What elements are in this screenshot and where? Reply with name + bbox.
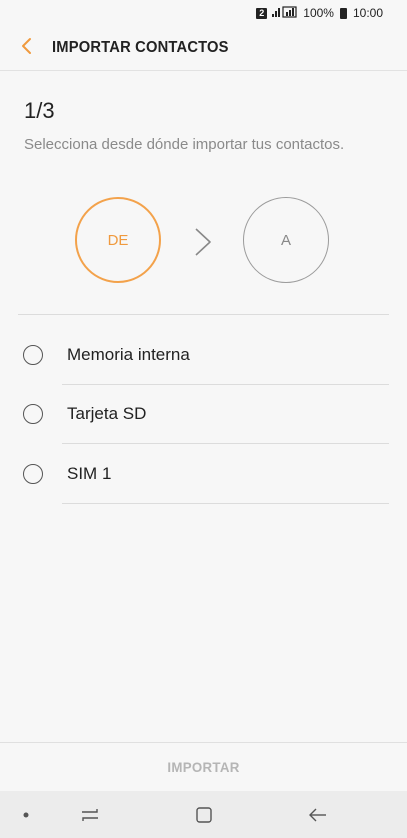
chevron-left-icon — [20, 37, 32, 60]
header-divider — [0, 70, 407, 71]
screen: 2 100% 10:00 IMPORTAR CONTACTOS 1/3 Sele… — [0, 0, 407, 838]
dot-icon[interactable] — [14, 791, 38, 838]
import-button[interactable]: IMPORTAR — [10, 743, 397, 791]
instruction-text: Selecciona desde dónde importar tus cont… — [24, 136, 345, 153]
radio-button[interactable] — [23, 404, 43, 425]
source-step-circle: DE — [75, 197, 161, 283]
sim-badge: 2 — [256, 7, 268, 19]
back-arrow-icon[interactable] — [304, 791, 332, 838]
radio-button[interactable] — [23, 463, 43, 484]
navigation-bar — [0, 791, 407, 838]
battery-icon — [339, 7, 347, 19]
destination-step-circle: A — [243, 197, 329, 283]
chevron-right-icon — [193, 227, 213, 262]
signal-icon — [271, 5, 299, 21]
option-sd-card[interactable]: Tarjeta SD — [0, 385, 407, 444]
home-icon[interactable] — [190, 791, 218, 838]
option-label: Tarjeta SD — [67, 404, 147, 424]
source-label: DE — [107, 231, 129, 249]
list-divider — [62, 502, 389, 504]
clock: 10:00 — [352, 6, 383, 20]
destination-label: A — [280, 231, 291, 249]
step-counter: 1/3 — [24, 98, 55, 123]
battery-percent: 100% — [303, 6, 334, 20]
source-options-list: Memoria interna Tarjeta SD SIM 1 — [0, 325, 407, 504]
recent-apps-icon[interactable] — [76, 791, 104, 838]
page-title: IMPORTAR CONTACTOS — [52, 39, 229, 56]
option-label: SIM 1 — [67, 463, 112, 483]
section-divider — [18, 314, 389, 315]
status-bar: 2 100% 10:00 — [0, 0, 407, 26]
radio-button[interactable] — [23, 344, 43, 365]
option-internal-memory[interactable]: Memoria interna — [0, 325, 407, 385]
option-sim-1[interactable]: SIM 1 — [0, 444, 407, 504]
app-bar: IMPORTAR CONTACTOS — [0, 26, 407, 70]
option-label: Memoria interna — [67, 344, 190, 364]
back-button[interactable] — [0, 26, 52, 70]
